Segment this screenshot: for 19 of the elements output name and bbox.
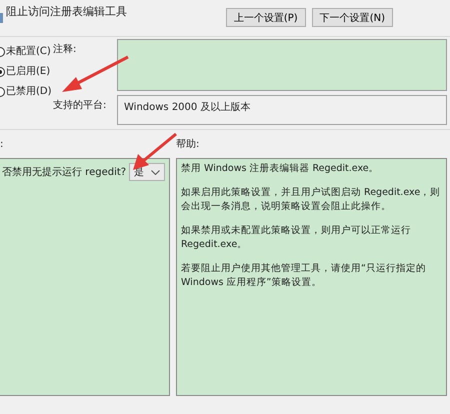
annotation-arrow — [60, 55, 130, 95]
help-paragraph: 若要阻止用户使用其他管理工具，请使用“只运行指定的 Windows 应用程序”策略设置。 — [181, 262, 427, 290]
help-paragraph: 禁用 Windows 注册表编辑器 Regedit.exe。 — [181, 162, 380, 176]
nav-button[interactable]: 上一个设置(P) — [226, 8, 306, 26]
chevron-icon — [151, 170, 160, 174]
help-label: 帮助: — [176, 138, 200, 151]
platform-label: 支持的平台: — [53, 98, 106, 112]
radio-label[interactable]: 已启用(E) — [6, 65, 50, 79]
help-paragraph: 如果启用此策略设置，并且用户试图启动 Regedit.exe，则会出现一条消息，说明策略设置会阻止此操作。 — [181, 186, 442, 214]
radio-label[interactable]: 未配置(C) — [6, 45, 51, 59]
nav-button[interactable]: 下一个设置(N) — [312, 8, 393, 26]
window-title: 阻止访问注册表编辑工具 — [6, 4, 127, 18]
comment-field[interactable] — [117, 39, 447, 91]
radio-label[interactable]: 已禁用(D) — [6, 85, 52, 99]
platform-field: Windows 2000 及以上版本 — [117, 95, 447, 125]
comment-label: 注释: — [53, 42, 76, 56]
help-paragraph: 如果禁用或未配置此策略设置，则用户可以正常运行 Regedit.exe。 — [181, 224, 412, 252]
options-label: : — [0, 138, 4, 150]
option-prompt: 否禁用无提示运行 regedit? — [2, 166, 126, 179]
